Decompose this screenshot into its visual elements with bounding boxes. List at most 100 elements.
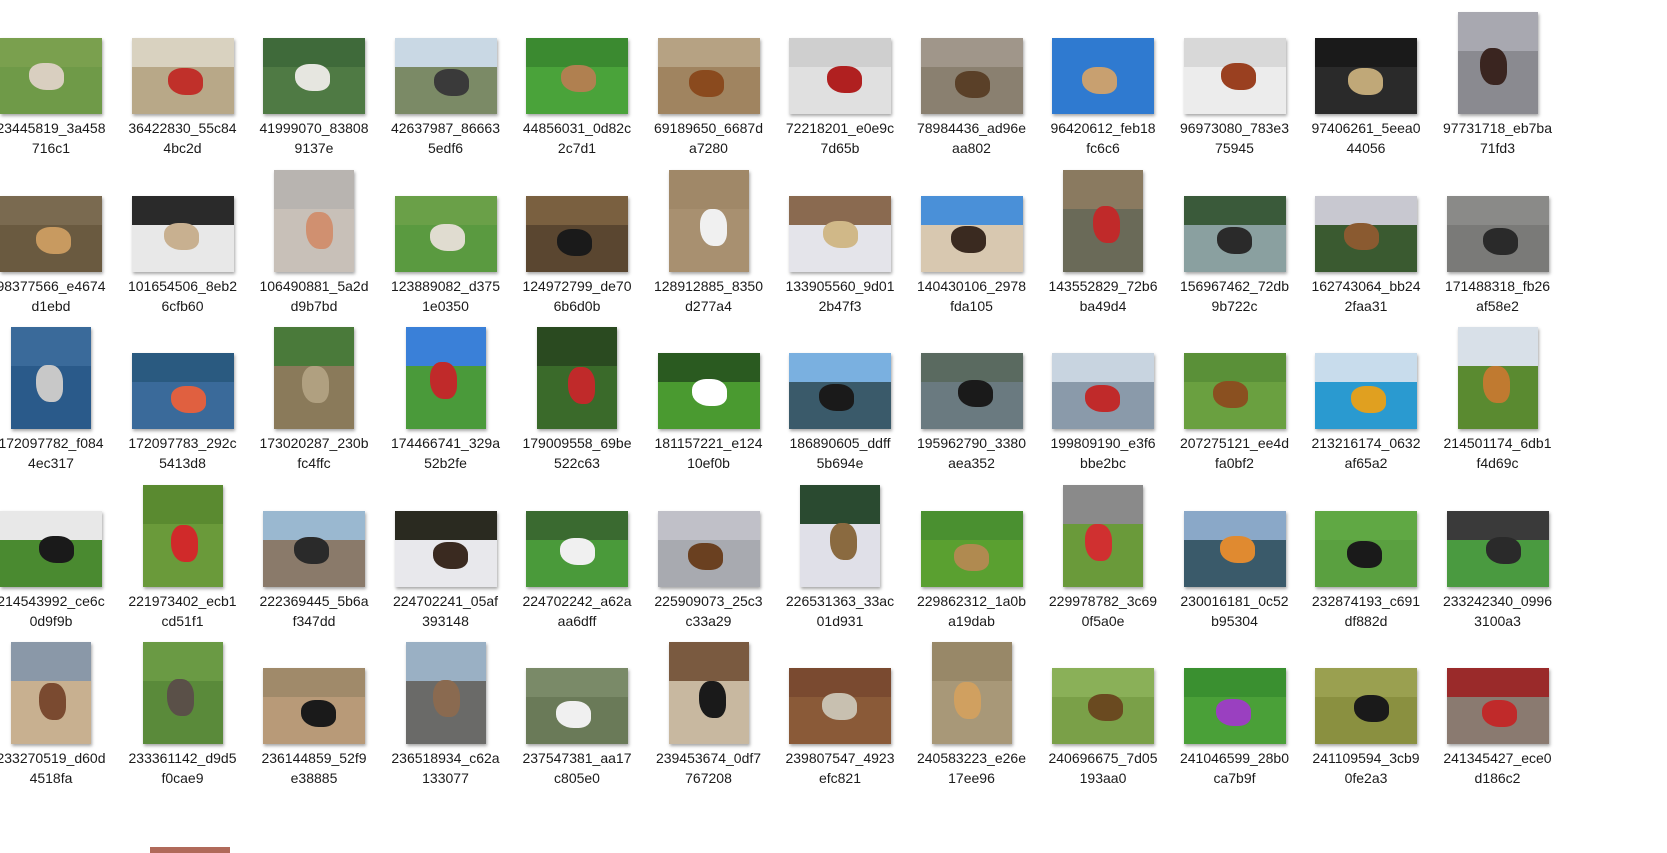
file-item[interactable]: 239453674_0df7 767208 (643, 630, 775, 788)
file-item[interactable]: 42637987_86663 5edf6 (380, 0, 512, 158)
file-item[interactable]: 23445819_3a458 716c1 (0, 0, 117, 158)
file-item[interactable]: 98377566_e4674 d1ebd (0, 158, 117, 316)
image-thumbnail (920, 195, 1023, 272)
file-item[interactable]: 236518934_c62a 133077 (380, 630, 512, 788)
file-item[interactable]: 233242340_0996 3100a3 (1432, 473, 1564, 631)
file-item[interactable]: 78984436_ad96e aa802 (906, 0, 1038, 158)
file-item[interactable]: 239807547_4923 efc821 (774, 630, 906, 788)
file-name-label: 36422830_55c84 4bc2d (128, 120, 237, 156)
file-name-label: 195962790_3380 aea352 (916, 435, 1026, 471)
file-item[interactable]: 171488318_fb26 af58e2 (1432, 158, 1564, 316)
file-item[interactable]: 225909073_25c3 c33a29 (643, 473, 775, 631)
file-name-label: 213216174_0632 af65a2 (1311, 435, 1421, 471)
file-name-label: 233361142_d9d5 f0cae9 (128, 750, 237, 786)
image-thumbnail (800, 484, 880, 587)
file-name-label: 106490881_5a2d d9b7bd (259, 277, 369, 314)
image-thumbnail (1315, 38, 1417, 114)
file-name-label: 98377566_e4674 d1ebd (0, 277, 106, 314)
file-item[interactable]: 181157221_e124 10ef0b (643, 315, 775, 473)
file-item[interactable]: 101654506_8eb2 6cfb60 (117, 158, 249, 316)
file-item[interactable]: 96420612_feb18 fc6c6 (1037, 0, 1169, 158)
file-item[interactable]: 214543992_ce6c 0d9f9b (0, 473, 117, 631)
file-item[interactable]: 123889082_d375 1e0350 (380, 158, 512, 316)
file-item[interactable]: 162743064_bb24 2faa31 (1300, 158, 1432, 316)
image-thumbnail (1183, 668, 1286, 744)
file-item[interactable]: 124972799_de70 6b6d0b (511, 158, 643, 316)
file-item[interactable]: 240583223_e26e 17ee96 (906, 630, 1038, 788)
file-item[interactable]: 128912885_8350 d277a4 (643, 158, 775, 316)
file-item[interactable]: 172097782_f084 4ec317 (0, 315, 117, 473)
thumbnail-background (657, 38, 760, 67)
file-item[interactable]: 133905560_9d01 2b47f3 (774, 158, 906, 316)
thumbnail-background (800, 484, 880, 524)
image-thumbnail (1315, 668, 1417, 744)
file-item[interactable]: 222369445_5b6a f347dd (248, 473, 380, 631)
thumbnail-background (142, 642, 223, 681)
image-thumbnail (1457, 327, 1538, 429)
file-item[interactable]: 69189650_6687d a7280 (643, 0, 775, 158)
image-thumbnail (263, 668, 365, 744)
file-item[interactable]: 186890605_ddff 5b694e (774, 315, 906, 473)
file-item[interactable]: 236144859_52f9 e38885 (248, 630, 380, 788)
file-name-label: 207275121_ee4d fa0bf2 (1179, 435, 1289, 471)
partial-thumbnail-row-6[interactable] (150, 847, 230, 853)
thumbnail-background (920, 195, 1023, 225)
file-item[interactable]: 106490881_5a2d d9b7bd (248, 158, 380, 316)
file-item[interactable]: 96973080_783e3 75945 (1169, 0, 1301, 158)
file-item[interactable]: 240696675_7d05 193aa0 (1037, 630, 1169, 788)
thumbnail-subject (39, 535, 74, 563)
thumbnail-subject (953, 543, 989, 571)
image-thumbnail (1315, 510, 1417, 587)
file-item[interactable]: 156967462_72db 9b722c (1169, 158, 1301, 316)
file-item[interactable]: 173020287_230b fc4ffc (248, 315, 380, 473)
file-item[interactable]: 72218201_e0e9c 7d65b (774, 0, 906, 158)
file-item[interactable]: 241046599_28b0 ca7b9f (1169, 630, 1301, 788)
thumbnail-frame (643, 630, 775, 744)
thumbnail-background (1446, 668, 1549, 697)
file-item[interactable]: 195962790_3380 aea352 (906, 315, 1038, 473)
file-item[interactable]: 41999070_83808 9137e (248, 0, 380, 158)
file-item[interactable]: 140430106_2978 fda105 (906, 158, 1038, 316)
file-item[interactable]: 229862312_1a0b a19dab (906, 473, 1038, 631)
file-item[interactable]: 226531363_33ac 01d931 (774, 473, 906, 631)
file-item[interactable]: 241109594_3cb9 0fe2a3 (1300, 630, 1432, 788)
image-thumbnail (405, 642, 486, 744)
file-item[interactable]: 143552829_72b6 ba49d4 (1037, 158, 1169, 316)
file-item[interactable]: 44856031_0d82c 2c7d1 (511, 0, 643, 158)
file-item[interactable]: 179009558_69be 522c63 (511, 315, 643, 473)
file-item[interactable]: 233361142_d9d5 f0cae9 (117, 630, 249, 788)
file-item[interactable]: 241345427_ece0 d186c2 (1432, 630, 1564, 788)
thumbnail-background (526, 195, 628, 225)
file-item[interactable]: 229978782_3c69 0f5a0e (1037, 473, 1169, 631)
file-item[interactable]: 237547381_aa17 c805e0 (511, 630, 643, 788)
file-item[interactable]: 224702241_05af 393148 (380, 473, 512, 631)
file-item[interactable]: 233270519_d60d 4518fa (0, 630, 117, 788)
file-item[interactable]: 174466741_329a 52b2fe (380, 315, 512, 473)
thumbnail-background (1315, 668, 1417, 697)
thumbnail-frame (511, 630, 643, 744)
thumbnail-subject (556, 701, 591, 728)
thumbnail-subject (560, 537, 595, 565)
file-item[interactable]: 97406261_5eea0 44056 (1300, 0, 1432, 158)
file-item[interactable]: 224702242_a62a aa6dff (511, 473, 643, 631)
thumbnail-frame (380, 473, 512, 587)
file-name-label: 224702242_a62a aa6dff (522, 592, 632, 629)
file-item[interactable]: 207275121_ee4d fa0bf2 (1169, 315, 1301, 473)
thumbnail-subject (1215, 699, 1251, 726)
thumbnail-subject (1088, 694, 1123, 721)
file-item[interactable]: 97731718_eb7ba 71fd3 (1432, 0, 1564, 158)
thumbnail-frame (0, 0, 117, 114)
file-item[interactable]: 172097783_292c 5413d8 (117, 315, 249, 473)
file-item[interactable]: 232874193_c691 df882d (1300, 473, 1432, 631)
thumbnail-frame (248, 158, 380, 272)
file-item[interactable]: 36422830_55c84 4bc2d (117, 0, 249, 158)
file-item[interactable]: 213216174_0632 af65a2 (1300, 315, 1432, 473)
file-name-label: 172097782_f084 4ec317 (0, 435, 104, 471)
file-item[interactable]: 221973402_ecb1 cd51f1 (117, 473, 249, 631)
thumbnail-subject (295, 64, 330, 91)
file-item[interactable]: 214501174_6db1 f4d69c (1432, 315, 1564, 473)
thumbnail-subject (36, 226, 71, 254)
file-item[interactable]: 230016181_0c52 b95304 (1169, 473, 1301, 631)
file-item[interactable]: 199809190_e3f6 bbe2bc (1037, 315, 1169, 473)
thumbnail-frame (511, 0, 643, 114)
